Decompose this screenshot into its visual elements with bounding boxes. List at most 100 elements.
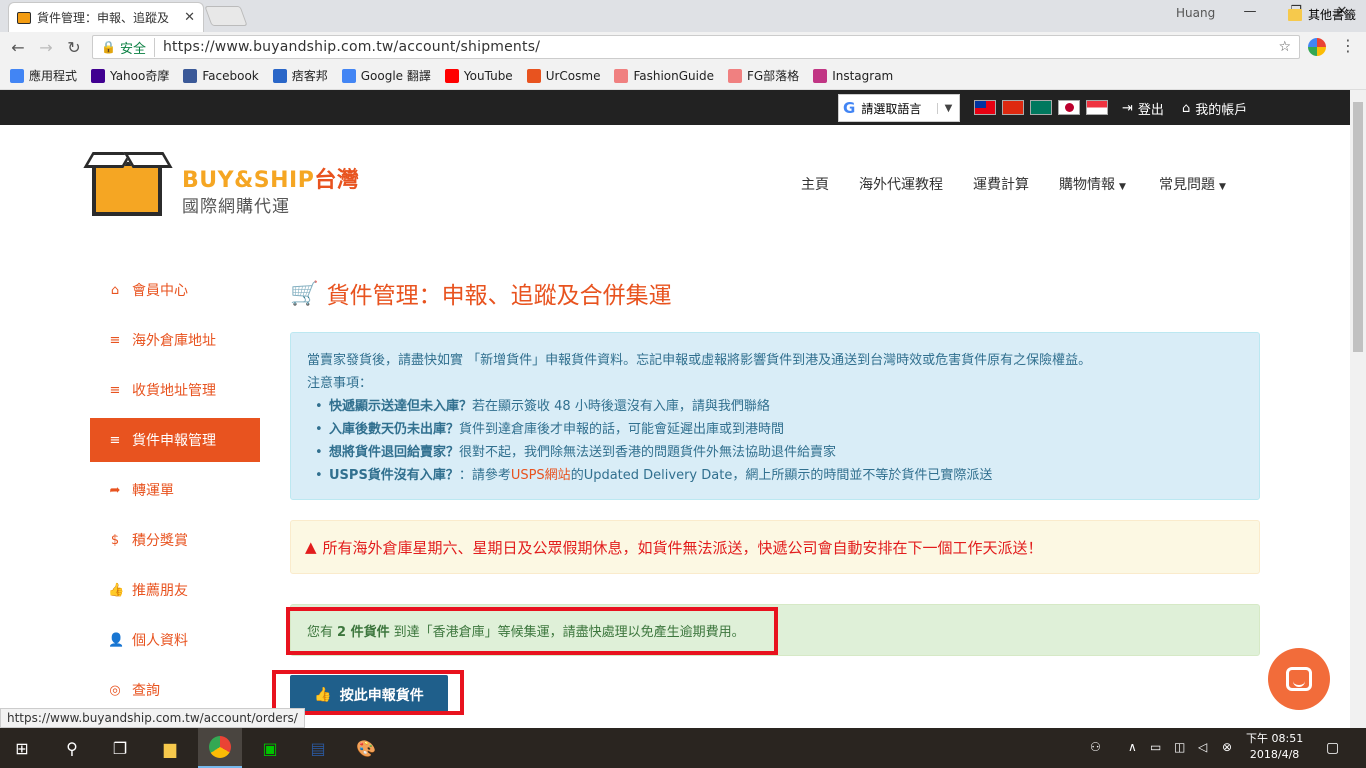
bookmark-item[interactable]: Google 翻譯 (341, 67, 431, 84)
fashionguide-icon (614, 68, 629, 83)
nav-shopping-info[interactable]: 購物情報 ▼ (1059, 174, 1126, 194)
flag-japan-icon[interactable] (1058, 100, 1080, 115)
language-select[interactable]: G 請選取語言 ▼ (838, 94, 960, 122)
notification-icon[interactable]: ▢ (1326, 740, 1339, 756)
logo-box-icon (92, 162, 162, 216)
word-icon[interactable]: ▤ (304, 734, 332, 762)
home-icon: ⌂ (110, 282, 120, 298)
bookmark-item[interactable]: Yahoo奇摩 (91, 67, 169, 84)
sidebar-item[interactable]: ≡ 收貨地址管理 (90, 368, 260, 412)
my-account-label: 我的帳戶 (1195, 103, 1248, 118)
usps-link[interactable]: USPS網站 (511, 468, 571, 483)
sidebar-item[interactable]: ≡ 貨件申報管理 (90, 418, 260, 462)
highlight-frame (286, 607, 778, 655)
pixnet-icon (272, 68, 287, 83)
yahoo-icon (91, 68, 106, 83)
flag-hongkong-icon[interactable] (1002, 100, 1024, 115)
file-explorer-icon[interactable]: ▆ (156, 734, 184, 762)
sidebar-item[interactable]: ➦ 轉運單 (90, 468, 260, 512)
site-top-bar: G 請選取語言 ▼ ⇥ 登出 ⌂ 我的帳戶 (0, 90, 1350, 125)
caret-down-icon: ▼ (1119, 182, 1126, 192)
taskbar-clock[interactable]: 下午 08:51 2018/4/8 (1246, 731, 1303, 763)
sidebar-item[interactable]: ◎ 查詢 (90, 668, 260, 712)
chrome-taskbar-icon[interactable] (198, 728, 242, 768)
url-text[interactable]: https://www.buyandship.com.tw/account/sh… (163, 39, 540, 55)
search-icon[interactable]: ⚲ (58, 734, 86, 762)
nav-tutorial[interactable]: 海外代運教程 (859, 174, 943, 194)
dropdown-arrow-icon: ▼ (937, 102, 959, 114)
nav-faq[interactable]: 常見問題 ▼ (1159, 174, 1226, 194)
sidebar-item[interactable]: 👍 推薦朋友 (90, 568, 260, 612)
address-bar[interactable]: 🔒 安全 https://www.buyandship.com.tw/accou… (92, 35, 1300, 59)
tab-title: 貨件管理：申報、追蹤及 (37, 11, 170, 25)
profile-name[interactable]: Huang (1176, 6, 1215, 20)
language-placeholder: 請選取語言 (861, 101, 922, 116)
chrome-extension-icon[interactable] (1308, 38, 1326, 56)
network-icon[interactable]: ◫ (1174, 740, 1185, 754)
other-bookmarks[interactable]: 其他書籤 (1287, 6, 1356, 23)
bookmark-item[interactable]: FG部落格 (727, 67, 799, 84)
dollar-icon: $ (110, 532, 120, 548)
page-viewport: G 請選取語言 ▼ ⇥ 登出 ⌂ 我的帳戶 BUY&SHIP台灣 國際網購代運 … (0, 90, 1350, 728)
flag-macau-icon[interactable] (1030, 100, 1052, 115)
sidebar-item[interactable]: ⌂ 會員中心 (90, 268, 260, 312)
back-arrow-icon[interactable]: ← (4, 38, 32, 57)
reload-icon[interactable]: ↻ (60, 38, 88, 57)
paint-icon[interactable]: 🎨 (352, 734, 380, 762)
logout-link[interactable]: ⇥ 登出 (1122, 99, 1164, 118)
instagram-icon (813, 68, 828, 83)
page-scrollbar[interactable] (1350, 90, 1366, 728)
logo-flap-right (123, 152, 173, 168)
buyandship-logo[interactable]: BUY&SHIP台灣 國際網購代運 (83, 150, 368, 220)
new-tab-button[interactable] (204, 6, 248, 26)
info-intro: 當賣家發貨後，請盡快如實 「新增貨件」申報貨件資料。忘記申報或虛報將影響貨件到港… (307, 353, 1092, 368)
sidebar-item[interactable]: ≡ 海外倉庫地址 (90, 318, 260, 362)
logout-label: 登出 (1137, 103, 1164, 118)
tray-chevron-icon[interactable]: ∧ (1128, 740, 1137, 754)
my-account-link[interactable]: ⌂ 我的帳戶 (1182, 99, 1247, 118)
folder-icon (1287, 8, 1302, 21)
warning-text: 所有海外倉庫星期六、星期日及公眾假期休息，如貨件無法派送，快遞公司會自動安排在下… (322, 538, 1043, 557)
volume-icon[interactable]: ◁ (1198, 740, 1207, 754)
people-icon[interactable]: ⚇ (1090, 740, 1101, 754)
bookmark-star-icon[interactable]: ☆ (1278, 39, 1291, 55)
minimize-icon[interactable]: — (1240, 4, 1260, 24)
info-notes-list: 快遞顯示送達但未入庫？若在顯示簽收 48 小時後還沒有入庫，請與我們聯絡 入庫後… (307, 395, 1243, 487)
browser-tab-strip: 貨件管理：申報、追蹤及 ✕ Huang — ❐ ✕ (0, 0, 1366, 32)
info-alert: 當賣家發貨後，請盡快如實 「新增貨件」申報貨件資料。忘記申報或虛報將影響貨件到港… (290, 332, 1260, 500)
google-translate-icon (341, 68, 356, 83)
nav-home[interactable]: 主頁 (801, 174, 829, 194)
bookmark-item[interactable]: FashionGuide (614, 68, 714, 83)
browser-tab-active[interactable]: 貨件管理：申報、追蹤及 ✕ (8, 2, 204, 32)
sidebar-item[interactable]: $ 積分獎賞 (90, 518, 260, 562)
page-title: 🛒 貨件管理：申報、追蹤及合併集運 (290, 280, 672, 310)
warning-triangle-icon: ▲ (305, 538, 317, 556)
flag-taiwan-icon[interactable] (974, 100, 996, 115)
flag-singapore-icon[interactable] (1086, 100, 1108, 115)
task-view-icon[interactable]: ❐ (106, 734, 134, 762)
list-item: 入庫後數天仍未出庫？貨件到達倉庫後才申報的話，可能會延遲出庫或到港時間 (315, 418, 1243, 441)
bookmark-item[interactable]: 痞客邦 (272, 67, 328, 84)
nav-shipping-calc[interactable]: 運費計算 (973, 174, 1029, 194)
forward-arrow-icon[interactable]: → (32, 38, 60, 57)
bookmark-item[interactable]: Instagram (813, 68, 893, 83)
chat-widget-button[interactable] (1268, 648, 1330, 710)
chrome-menu-icon[interactable]: ⋮ (1340, 36, 1356, 55)
bookmark-item[interactable]: YouTube (444, 68, 513, 83)
bookmark-item[interactable]: Facebook (183, 68, 259, 83)
bookmark-item[interactable]: 應用程式 (10, 67, 77, 84)
battery-icon[interactable]: ▭ (1150, 740, 1161, 754)
apps-grid-icon (10, 68, 24, 83)
sign-out-icon: ⇥ (1122, 101, 1133, 116)
ime-icon[interactable]: ⊗ (1222, 740, 1232, 754)
info-notes-title: 注意事項： (307, 376, 373, 391)
windows-start-icon[interactable]: ⊞ (8, 734, 36, 762)
list-icon: ≡ (109, 432, 121, 448)
scroll-thumb[interactable] (1353, 102, 1363, 352)
tab-close-icon[interactable]: ✕ (184, 10, 195, 25)
bookmark-item[interactable]: UrCosme (526, 68, 600, 83)
windows-taskbar: ⊞ ⚲ ❐ ▆ ▣ ▤ 🎨 ⚇ ∧ ▭ ◫ ◁ ⊗ 下午 08:51 2018/… (0, 728, 1366, 768)
warning-alert: ▲ 所有海外倉庫星期六、星期日及公眾假期休息，如貨件無法派送，快遞公司會自動安排… (290, 520, 1260, 574)
sidebar-item[interactable]: 👤 個人資料 (90, 618, 260, 662)
line-app-icon[interactable]: ▣ (256, 734, 284, 762)
